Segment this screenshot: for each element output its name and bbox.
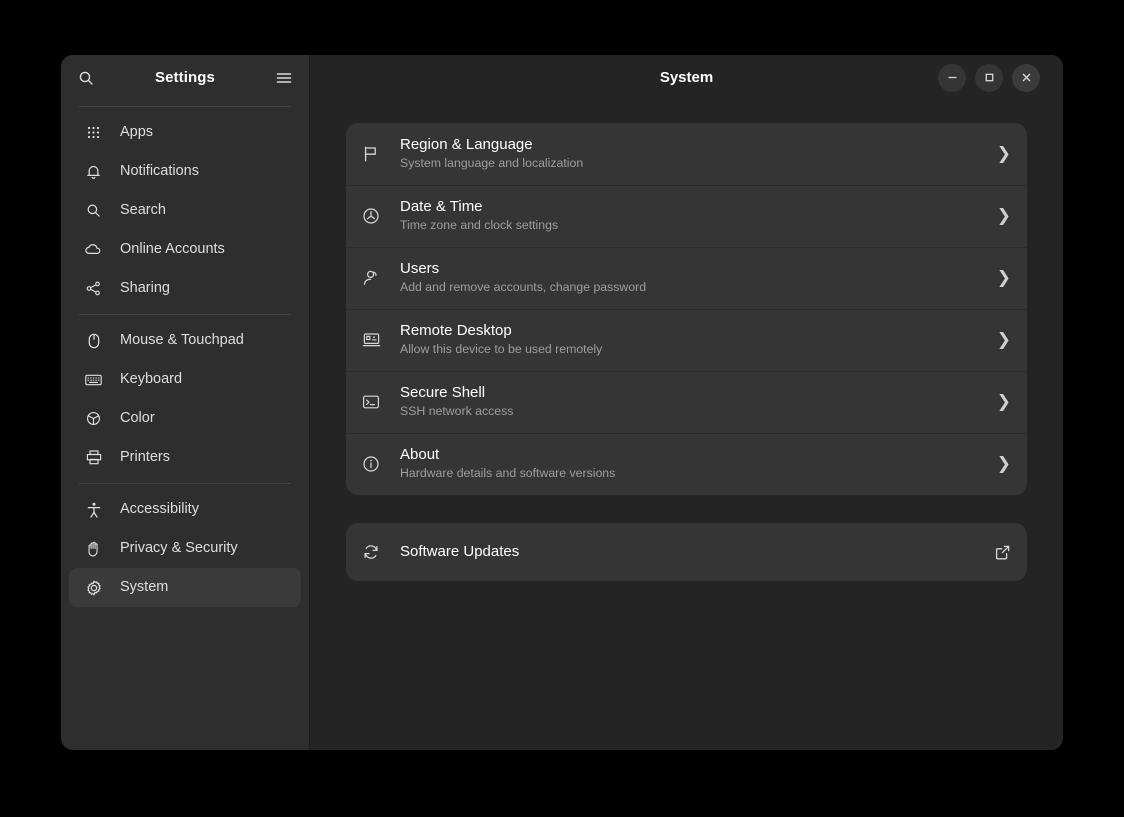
- system-settings-card: Region & Language System language and lo…: [346, 123, 1027, 495]
- monitor-icon: [360, 329, 382, 351]
- close-button[interactable]: [1012, 64, 1040, 92]
- window-controls: [938, 64, 1051, 92]
- settings-window: Settings Displays: [61, 55, 1063, 750]
- sidebar-item-keyboard[interactable]: Keyboard: [69, 360, 301, 399]
- row-text: Software Updates: [400, 544, 994, 561]
- row-users[interactable]: Users Add and remove accounts, change pa…: [346, 247, 1027, 309]
- share-nodes-icon: [85, 280, 102, 297]
- clock-icon: [360, 205, 382, 227]
- flag-icon: [360, 143, 382, 165]
- sidebar-item-accessibility[interactable]: Accessibility: [69, 490, 301, 529]
- sidebar-group-separator: [79, 106, 291, 107]
- sidebar-item-printers[interactable]: Printers: [69, 438, 301, 477]
- chevron-right-icon[interactable]: ❯: [987, 270, 1011, 287]
- row-remote-desktop[interactable]: Remote Desktop Allow this device to be u…: [346, 309, 1027, 371]
- sidebar-scroll-area[interactable]: Displays Apps: [61, 100, 309, 750]
- row-text: Secure Shell SSH network access: [400, 385, 987, 418]
- keyboard-icon: [85, 371, 102, 388]
- row-text: Remote Desktop Allow this device to be u…: [400, 323, 987, 356]
- hamburger-menu-icon[interactable]: [271, 65, 297, 91]
- sidebar-header: Settings: [61, 55, 309, 100]
- sidebar: Settings Displays: [61, 55, 310, 750]
- accessibility-person-icon: [85, 501, 102, 518]
- sidebar-group-2: Mouse & Touchpad: [61, 321, 309, 477]
- row-subtitle: Add and remove accounts, change password: [400, 281, 987, 295]
- chevron-right-icon[interactable]: ❯: [987, 208, 1011, 225]
- row-title: Remote Desktop: [400, 323, 987, 340]
- cloud-icon: [85, 241, 102, 258]
- user-icon: [360, 267, 382, 289]
- sidebar-item-color[interactable]: Color: [69, 399, 301, 438]
- sidebar-item-notifications[interactable]: Notifications: [69, 152, 301, 191]
- color-wheel-icon: [85, 410, 102, 427]
- row-title: Date & Time: [400, 199, 987, 216]
- gear-icon: [85, 579, 102, 596]
- sidebar-item-mouse-touchpad[interactable]: Mouse & Touchpad: [69, 321, 301, 360]
- content-area: Region & Language System language and lo…: [310, 100, 1063, 750]
- row-title: Secure Shell: [400, 385, 987, 402]
- external-link-icon[interactable]: [994, 544, 1011, 561]
- sidebar-group-3: Accessibility Privacy & Security: [61, 490, 309, 607]
- bell-icon: [85, 163, 102, 180]
- row-text: Region & Language System language and lo…: [400, 137, 987, 170]
- sidebar-item-label: System: [120, 580, 168, 595]
- sidebar-item-apps[interactable]: Apps: [69, 113, 301, 152]
- sidebar-item-label: Sharing: [120, 281, 170, 296]
- row-software-updates[interactable]: Software Updates: [346, 523, 1027, 581]
- apps-grid-icon: [85, 124, 102, 141]
- software-updates-card: Software Updates: [346, 523, 1027, 581]
- row-subtitle: Allow this device to be used remotely: [400, 343, 987, 357]
- row-title: Software Updates: [400, 544, 994, 561]
- sidebar-item-label: Color: [120, 411, 155, 426]
- sidebar-item-label: Accessibility: [120, 502, 199, 517]
- sidebar-item-search[interactable]: Search: [69, 191, 301, 230]
- sidebar-item-system[interactable]: System: [69, 568, 301, 607]
- row-text: Date & Time Time zone and clock settings: [400, 199, 987, 232]
- row-subtitle: System language and localization: [400, 157, 987, 171]
- search-icon: [85, 202, 102, 219]
- sidebar-item-sharing[interactable]: Sharing: [69, 269, 301, 308]
- terminal-icon: [360, 391, 382, 413]
- main-header: System: [310, 55, 1063, 100]
- row-text: Users Add and remove accounts, change pa…: [400, 261, 987, 294]
- sidebar-group-separator: [79, 314, 291, 315]
- sidebar-item-privacy-security[interactable]: Privacy & Security: [69, 529, 301, 568]
- chevron-right-icon[interactable]: ❯: [987, 394, 1011, 411]
- maximize-button[interactable]: [975, 64, 1003, 92]
- info-circle-icon: [360, 453, 382, 475]
- row-subtitle: SSH network access: [400, 405, 987, 419]
- printer-icon: [85, 449, 102, 466]
- sidebar-item-label: Online Accounts: [120, 242, 225, 257]
- row-region-language[interactable]: Region & Language System language and lo…: [346, 123, 1027, 185]
- mouse-icon: [85, 332, 102, 349]
- row-date-time[interactable]: Date & Time Time zone and clock settings…: [346, 185, 1027, 247]
- sidebar-item-label: Privacy & Security: [120, 541, 238, 556]
- search-icon[interactable]: [73, 65, 99, 91]
- row-title: About: [400, 447, 987, 464]
- sidebar-item-label: Printers: [120, 450, 170, 465]
- row-subtitle: Hardware details and software versions: [400, 467, 987, 481]
- sidebar-item-label: Notifications: [120, 164, 199, 179]
- row-title: Users: [400, 261, 987, 278]
- sidebar-item-label: Apps: [120, 125, 153, 140]
- chevron-right-icon[interactable]: ❯: [987, 456, 1011, 473]
- sidebar-item-label: Search: [120, 203, 166, 218]
- sidebar-group-1: Apps Notifications: [61, 113, 309, 308]
- row-subtitle: Time zone and clock settings: [400, 219, 987, 233]
- row-secure-shell[interactable]: Secure Shell SSH network access ❯: [346, 371, 1027, 433]
- sidebar-item-online-accounts[interactable]: Online Accounts: [69, 230, 301, 269]
- hand-icon: [85, 540, 102, 557]
- refresh-icon: [360, 541, 382, 563]
- chevron-right-icon[interactable]: ❯: [987, 146, 1011, 163]
- sidebar-group-separator: [79, 483, 291, 484]
- sidebar-item-label: Keyboard: [120, 372, 182, 387]
- row-about[interactable]: About Hardware details and software vers…: [346, 433, 1027, 495]
- main-pane: System: [310, 55, 1063, 750]
- minimize-button[interactable]: [938, 64, 966, 92]
- chevron-right-icon[interactable]: ❯: [987, 332, 1011, 349]
- sidebar-item-label: Mouse & Touchpad: [120, 333, 244, 348]
- row-text: About Hardware details and software vers…: [400, 447, 987, 480]
- row-title: Region & Language: [400, 137, 987, 154]
